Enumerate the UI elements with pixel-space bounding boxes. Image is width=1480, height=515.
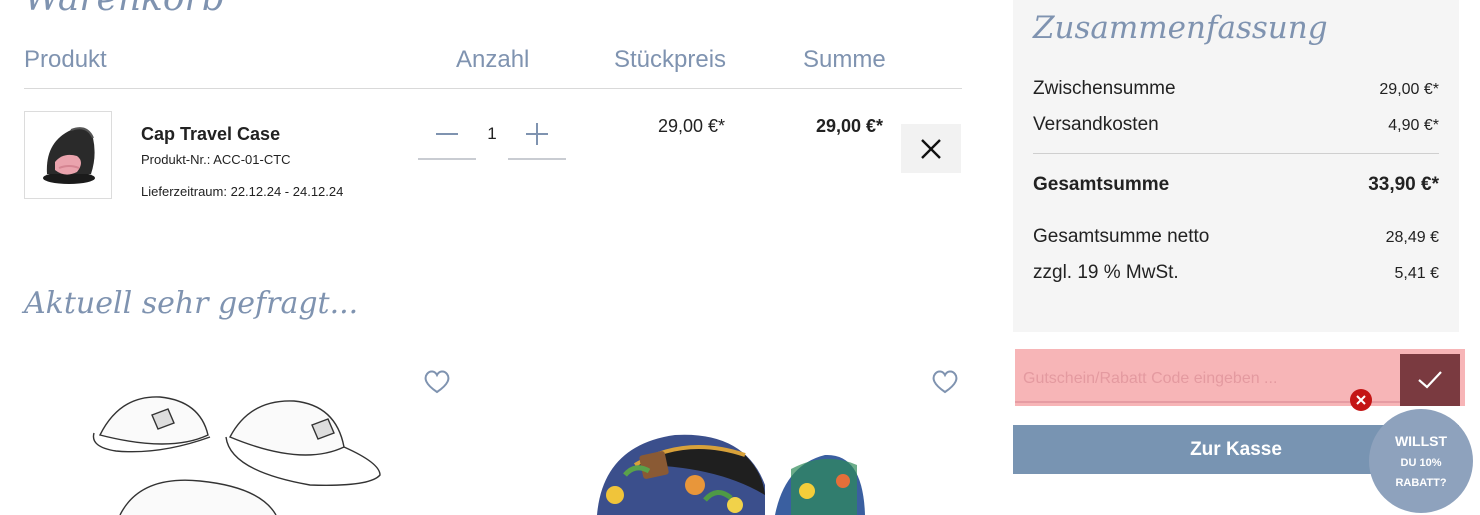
net-total-label: Gesamtsumme netto bbox=[1033, 226, 1210, 247]
net-total-value: 28,49 € bbox=[1385, 229, 1439, 246]
grand-total-value: 33,90 €* bbox=[1368, 174, 1439, 195]
recommendations-title: Aktuell sehr gefragt... bbox=[24, 286, 359, 321]
header-divider bbox=[24, 88, 962, 89]
header-product: Produkt bbox=[24, 46, 107, 73]
error-x-glyph bbox=[1356, 395, 1366, 405]
product-sku: Produkt-Nr.: ACC-01-CTC bbox=[141, 152, 291, 167]
summary-row-vat: zzgl. 19 % MwSt. 5,41 € bbox=[1033, 262, 1439, 284]
quantity-underline-right bbox=[508, 158, 566, 160]
coupon-submit-button[interactable] bbox=[1400, 354, 1460, 406]
product-name[interactable]: Cap Travel Case bbox=[141, 124, 280, 145]
heart-icon bbox=[424, 370, 450, 394]
check-icon bbox=[1418, 371, 1442, 389]
error-icon bbox=[1350, 389, 1372, 411]
close-icon bbox=[921, 138, 941, 159]
wishlist-button-1[interactable] bbox=[423, 369, 451, 400]
quantity-stepper: 1 bbox=[418, 112, 566, 160]
promo-line-1: WILLST bbox=[1394, 433, 1448, 449]
increase-quantity-button[interactable] bbox=[508, 112, 566, 156]
subtotal-value: 29,00 €* bbox=[1379, 81, 1439, 98]
remove-item-button[interactable] bbox=[901, 124, 961, 173]
shipping-label: Versandkosten bbox=[1033, 114, 1159, 135]
minus-icon bbox=[436, 133, 458, 135]
header-total: Summe bbox=[803, 46, 886, 73]
product-delivery: Lieferzeitraum: 22.12.24 - 24.12.24 bbox=[141, 184, 344, 199]
vat-label: zzgl. 19 % MwSt. bbox=[1033, 262, 1179, 283]
header-unit-price: Stückpreis bbox=[614, 46, 727, 73]
cap-travel-case-image bbox=[43, 127, 95, 184]
summary-row-shipping: Versandkosten 4,90 €* bbox=[1033, 114, 1439, 136]
discount-promo-badge[interactable]: WILLST DU 10% RABATT? bbox=[1369, 409, 1473, 513]
vat-value: 5,41 € bbox=[1394, 265, 1439, 282]
cart-section-title: Warenkorb bbox=[24, 0, 225, 19]
coupon-input[interactable] bbox=[1015, 349, 1405, 408]
line-total: 29,00 €* bbox=[816, 116, 884, 136]
summary-row-grand-total: Gesamtsumme 33,90 €* bbox=[1033, 174, 1439, 196]
recommendation-card-1-image[interactable] bbox=[80, 375, 390, 515]
quantity-underline-left bbox=[418, 158, 476, 160]
subtotal-label: Zwischensumme bbox=[1033, 78, 1176, 99]
summary-row-net-total: Gesamtsumme netto 28,49 € bbox=[1033, 226, 1439, 248]
promo-line-2: DU 10% bbox=[1400, 457, 1442, 469]
header-quantity: Anzahl bbox=[456, 46, 530, 73]
summary-row-subtotal: Zwischensumme 29,00 €* bbox=[1033, 78, 1439, 100]
decrease-quantity-button[interactable] bbox=[418, 112, 476, 156]
wishlist-button-2[interactable] bbox=[931, 369, 959, 400]
plus-icon bbox=[526, 123, 548, 145]
order-summary: Zusammenfassung Zwischensumme 29,00 €* V… bbox=[1013, 0, 1459, 332]
coupon-underline bbox=[1015, 401, 1405, 403]
heart-icon bbox=[932, 370, 958, 394]
summary-divider bbox=[1033, 153, 1439, 154]
quantity-value[interactable]: 1 bbox=[476, 112, 508, 156]
recommendation-card-2-image[interactable] bbox=[595, 425, 900, 515]
promo-line-3: RABATT? bbox=[1395, 477, 1447, 489]
grand-total-label: Gesamtsumme bbox=[1033, 174, 1170, 195]
product-thumbnail[interactable] bbox=[24, 111, 112, 199]
unit-price: 29,00 €* bbox=[658, 116, 726, 136]
summary-title: Zusammenfassung bbox=[1033, 10, 1328, 46]
shipping-value: 4,90 €* bbox=[1388, 117, 1439, 134]
floral-caps-image bbox=[597, 434, 865, 515]
cap-line-drawing-image bbox=[92, 396, 381, 515]
coupon-form bbox=[1015, 349, 1465, 408]
